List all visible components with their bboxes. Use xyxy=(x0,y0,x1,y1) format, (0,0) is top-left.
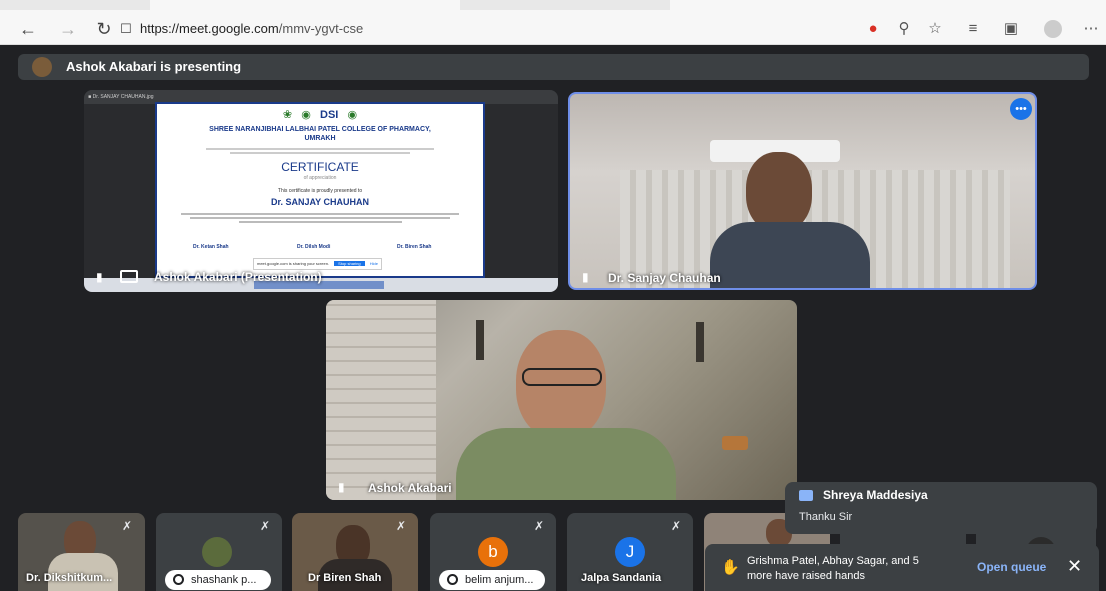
cert-body xyxy=(157,211,483,225)
letter-avatar-j: J xyxy=(615,537,645,567)
presenter-avatar xyxy=(32,57,52,77)
person-shirt xyxy=(456,428,676,500)
participant-name: belim anjum... xyxy=(465,574,534,586)
presentation-label: Ashok Akabari (Presentation) xyxy=(154,270,322,284)
stop-sharing-button[interactable]: Stop sharing xyxy=(334,261,365,266)
mic-off-icon: ✗ xyxy=(122,519,133,533)
cert-recipient: Dr. SANJAY CHAUHAN xyxy=(270,197,370,207)
favorites-icon[interactable]: ≡ xyxy=(962,17,984,41)
participant-tile-biren[interactable]: ✗ Dr Biren Shah xyxy=(292,513,418,591)
collections-icon[interactable]: ▣ xyxy=(1000,17,1022,41)
profile-icon[interactable] xyxy=(1042,17,1064,41)
more-icon[interactable]: ⋯ xyxy=(1080,17,1102,41)
mic-off-icon: ✗ xyxy=(260,519,271,533)
cert-fineprint xyxy=(157,146,483,154)
forward-icon[interactable]: → xyxy=(56,17,80,41)
presentation-icon xyxy=(120,270,138,283)
presenting-text: Ashok Akabari is presenting xyxy=(66,59,242,74)
share-notice-text: meet.google.com is sharing your screen. xyxy=(257,261,330,266)
participant-tile-jalpa[interactable]: J ✗ Jalpa Sandania xyxy=(567,513,693,591)
url-path: /mmv-ygvt-cse xyxy=(278,21,364,36)
brick-wall xyxy=(326,300,436,500)
cert-title: CERTIFICATE xyxy=(281,160,359,174)
url-host: https://meet.google.com xyxy=(140,21,279,36)
raised-hands-line2: more have raised hands xyxy=(747,570,866,582)
browser-toolbar: ← → ↻ ☐ https://meet.google.com/mmv-ygvt… xyxy=(0,0,1106,45)
speaking-indicator-icon: ••• xyxy=(1010,98,1032,120)
participant-tile-belim[interactable]: b ✗ belim anjum... xyxy=(430,513,556,591)
account-icon xyxy=(447,574,458,585)
participant-tile-ashok[interactable]: ▮ Ashok Akabari xyxy=(326,300,797,500)
reload-icon[interactable]: ↻ xyxy=(92,17,116,41)
lamp xyxy=(476,320,484,360)
participant-name-pill: belim anjum... xyxy=(439,570,545,590)
participant-name: Dr. Dikshitkum... xyxy=(26,572,113,584)
certificate: ❀ ◉ DSI ◉ SHREE NARANJIBHAI LALBHAI PATE… xyxy=(155,102,485,278)
coffee-cup xyxy=(722,436,748,450)
person-shirt xyxy=(710,222,870,288)
participant-name: shashank p... xyxy=(191,574,257,586)
open-queue-button[interactable]: Open queue xyxy=(977,560,1046,574)
tab[interactable] xyxy=(670,0,1106,10)
share-notice: meet.google.com is sharing your screen. … xyxy=(253,258,382,270)
participant-tile-sanjay[interactable]: ••• ▮ Dr. Sanjay Chauhan xyxy=(568,92,1037,290)
close-icon[interactable]: ✕ xyxy=(1067,556,1082,577)
raised-hands-notification: ✋ Grishma Patel, Abhay Sagar, and 5 more… xyxy=(705,544,1099,591)
cert-sig3: Dr. Biren Shah xyxy=(397,244,432,250)
cert-place: UMRAKH xyxy=(304,135,336,142)
cert-presented: This certificate is proudly presented to xyxy=(277,188,363,194)
mic-off-icon: ✗ xyxy=(671,519,682,533)
participant-tile-shashank[interactable]: ✗ shashank p... xyxy=(156,513,282,591)
account-icon xyxy=(173,574,184,585)
participant-name: Ashok Akabari xyxy=(368,481,452,495)
chat-sender: Shreya Maddesiya xyxy=(823,488,928,502)
cert-college: SHREE NARANJIBHAI LALBHAI PATEL COLLEGE … xyxy=(209,126,431,133)
cert-sig1: Dr. Ketan Shah xyxy=(193,244,229,250)
back-icon[interactable]: ← xyxy=(16,17,40,41)
cert-subtitle: of appreciation xyxy=(303,175,337,181)
pin-icon[interactable]: ▮ xyxy=(582,270,589,284)
raised-hands-line1: Grishma Patel, Abhay Sagar, and 5 xyxy=(747,555,919,567)
pin-icon[interactable]: ▮ xyxy=(96,270,108,284)
cert-sig2: Dr. Dilsh Modi xyxy=(297,244,331,250)
participant-name: Jalpa Sandania xyxy=(581,572,662,584)
participant-name: Dr. Sanjay Chauhan xyxy=(608,271,721,285)
participant-name-pill: shashank p... xyxy=(165,570,271,590)
key-icon[interactable]: ⚲ xyxy=(893,17,915,41)
chat-message: Thanku Sir xyxy=(799,511,853,523)
tab[interactable] xyxy=(150,0,460,10)
tab-strip xyxy=(0,0,1106,10)
presenting-banner: Ashok Akabari is presenting xyxy=(18,54,1089,80)
presentation-tile[interactable]: ■ Dr. SANJAY CHAUHAN.jpg ❀ ◉ DSI ◉ SHREE… xyxy=(84,90,558,292)
letter-avatar-b: b xyxy=(478,537,508,567)
add-favorite-icon[interactable]: ☆ xyxy=(924,17,946,41)
college-logos: ❀ ◉ DSI ◉ xyxy=(282,109,358,121)
chat-notification[interactable]: Shreya Maddesiya Thanku Sir xyxy=(785,482,1097,534)
raised-hands-text: Grishma Patel, Abhay Sagar, and 5 more h… xyxy=(747,554,919,584)
person-face xyxy=(746,152,812,232)
mic-off-icon: ✗ xyxy=(396,519,407,533)
address-bar[interactable]: https://meet.google.com/mmv-ygvt-cse xyxy=(140,17,363,41)
avatar xyxy=(202,537,232,567)
extension-icon[interactable]: ● xyxy=(862,17,884,41)
lamp xyxy=(696,322,704,362)
hand-icon: ✋ xyxy=(721,559,740,576)
chat-icon xyxy=(799,490,813,501)
participant-name: Dr Biren Shah xyxy=(308,572,382,584)
mic-off-icon: ✗ xyxy=(534,519,545,533)
pin-icon[interactable]: ▮ xyxy=(338,480,345,494)
lock-icon[interactable]: ☐ xyxy=(114,17,138,41)
hide-button[interactable]: Hide xyxy=(370,261,378,266)
participant-tile-dikshit[interactable]: ✗ Dr. Dikshitkum... xyxy=(18,513,145,591)
glasses xyxy=(522,368,602,386)
